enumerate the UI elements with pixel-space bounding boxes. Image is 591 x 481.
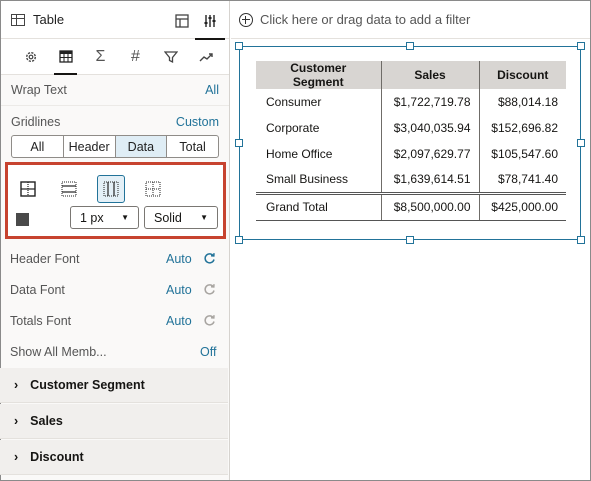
- wrap-text-row: Wrap Text All: [1, 75, 229, 106]
- table-cell[interactable]: Corporate: [256, 115, 381, 141]
- refresh-icon[interactable]: [203, 252, 216, 268]
- totals-font-value[interactable]: Auto: [166, 314, 192, 328]
- header-font-label: Header Font: [10, 252, 80, 266]
- data-table: Customer Segment Sales Discount Consumer…: [256, 61, 566, 221]
- table-cell[interactable]: Small Business: [256, 167, 381, 193]
- total-cell[interactable]: Grand Total: [256, 191, 381, 221]
- line-width-value: 1 px: [80, 210, 104, 225]
- section-label: Sales: [30, 414, 63, 428]
- table-tab-icon[interactable]: [48, 39, 83, 75]
- layout-icon[interactable]: [173, 12, 191, 30]
- scope-all-button[interactable]: All: [12, 136, 64, 157]
- horizontal-borders-icon[interactable]: [55, 175, 83, 203]
- gridline-options-highlight: 1 px ▼ Solid ▼: [5, 162, 226, 239]
- table-row: Small Business $1,639,614.51 $78,741.40: [256, 167, 566, 193]
- resize-handle[interactable]: [577, 236, 585, 244]
- total-cell[interactable]: $8,500,000.00: [380, 191, 479, 221]
- gridlines-value[interactable]: Custom: [176, 115, 219, 129]
- property-tabs: Σ #: [1, 39, 229, 75]
- add-filter-icon[interactable]: [239, 12, 253, 27]
- panel-title: Table: [33, 12, 65, 27]
- resize-handle[interactable]: [235, 139, 243, 147]
- chevron-right-icon: ›: [14, 414, 19, 428]
- table-header-row: Customer Segment Sales Discount: [256, 61, 566, 89]
- resize-handle[interactable]: [577, 139, 585, 147]
- gridlines-label: Gridlines: [11, 114, 61, 129]
- gridline-scope-selector: All Header Data Total: [11, 135, 219, 158]
- refresh-icon: [203, 314, 216, 330]
- table-cell[interactable]: $152,696.82: [478, 115, 566, 141]
- column-header[interactable]: Customer Segment: [256, 61, 381, 89]
- analytics-tab-trend-icon[interactable]: [188, 39, 223, 75]
- table-row: Consumer $1,722,719.78 $88,014.18: [256, 89, 566, 115]
- section-label: Customer Segment: [30, 378, 145, 392]
- data-font-row: Data Font Auto: [10, 280, 218, 300]
- resize-handle[interactable]: [235, 42, 243, 50]
- table-cell[interactable]: $1,722,719.78: [380, 89, 479, 115]
- filter-bar[interactable]: Click here or drag data to add a filter: [231, 1, 590, 39]
- line-style-value: Solid: [154, 210, 182, 225]
- section-sales[interactable]: › Sales: [0, 404, 228, 439]
- column-header[interactable]: Discount: [478, 61, 566, 89]
- totals-font-row: Totals Font Auto: [10, 311, 218, 331]
- data-font-value[interactable]: Auto: [166, 283, 192, 297]
- filter-tab-funnel-icon[interactable]: [153, 39, 188, 75]
- resize-handle[interactable]: [406, 42, 414, 50]
- no-borders-icon[interactable]: [139, 175, 167, 203]
- table-cell[interactable]: $1,639,614.51: [380, 167, 479, 193]
- show-all-members-row: Show All Memb... Off: [10, 342, 218, 362]
- scope-header-button[interactable]: Header: [64, 136, 116, 157]
- number-format-tab-hash-icon[interactable]: #: [118, 39, 153, 75]
- chevron-down-icon: ▼: [121, 213, 129, 222]
- wrap-text-label: Wrap Text: [11, 83, 67, 97]
- line-width-dropdown[interactable]: 1 px ▼: [70, 206, 139, 229]
- table-cell[interactable]: Home Office: [256, 141, 381, 167]
- section-customer-segment[interactable]: › Customer Segment: [0, 368, 228, 403]
- properties-icon[interactable]: [195, 12, 225, 40]
- table-icon: [11, 13, 25, 26]
- table-row: Home Office $2,097,629.77 $105,547.60: [256, 141, 566, 167]
- table-cell[interactable]: $105,547.60: [478, 141, 566, 167]
- table-cell[interactable]: $88,014.18: [478, 89, 566, 115]
- line-style-dropdown[interactable]: Solid ▼: [144, 206, 218, 229]
- wrap-text-value[interactable]: All: [205, 83, 219, 97]
- table-cell[interactable]: $3,040,035.94: [380, 115, 479, 141]
- filter-placeholder: Click here or drag data to add a filter: [260, 12, 471, 27]
- column-header[interactable]: Sales: [380, 61, 479, 89]
- line-color-swatch[interactable]: [16, 213, 29, 226]
- show-all-members-label: Show All Memb...: [10, 345, 107, 359]
- table-cell[interactable]: $78,741.40: [478, 167, 566, 193]
- resize-handle[interactable]: [577, 42, 585, 50]
- chevron-right-icon: ›: [14, 378, 19, 392]
- section-discount[interactable]: › Discount: [0, 440, 228, 475]
- refresh-icon: [203, 283, 216, 299]
- grand-total-row: Grand Total $8,500,000.00 $425,000.00: [256, 191, 566, 221]
- all-borders-icon[interactable]: [14, 175, 42, 203]
- resize-handle[interactable]: [406, 236, 414, 244]
- data-font-label: Data Font: [10, 283, 65, 297]
- show-all-members-value[interactable]: Off: [200, 345, 216, 359]
- totals-font-label: Totals Font: [10, 314, 72, 328]
- scope-data-button[interactable]: Data: [115, 136, 168, 157]
- general-tab-gear-icon[interactable]: [13, 39, 48, 75]
- section-label: Discount: [30, 450, 84, 464]
- table-row: Corporate $3,040,035.94 $152,696.82: [256, 115, 566, 141]
- total-cell[interactable]: $425,000.00: [478, 191, 566, 221]
- chevron-down-icon: ▼: [200, 213, 208, 222]
- resize-handle[interactable]: [235, 236, 243, 244]
- scope-total-button[interactable]: Total: [167, 136, 218, 157]
- header-font-value[interactable]: Auto: [166, 252, 192, 266]
- sum-tab-sigma-icon[interactable]: Σ: [83, 39, 118, 75]
- table-cell[interactable]: Consumer: [256, 89, 381, 115]
- gridlines-row: Gridlines Custom: [1, 106, 229, 137]
- header-font-row: Header Font Auto: [10, 249, 218, 269]
- chevron-right-icon: ›: [14, 450, 19, 464]
- panel-header: Table: [1, 1, 229, 40]
- table-cell[interactable]: $2,097,629.77: [380, 141, 479, 167]
- vertical-borders-icon[interactable]: [97, 175, 125, 203]
